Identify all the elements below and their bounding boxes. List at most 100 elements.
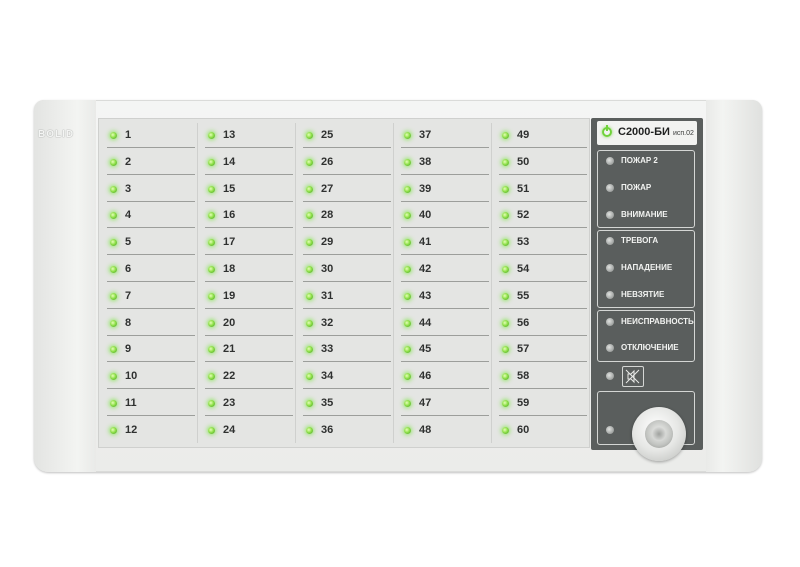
- zone-cell: 60: [495, 418, 589, 444]
- zone-label-line: [205, 281, 293, 282]
- zone-label-line: [107, 227, 195, 229]
- zone-label-line: [303, 227, 391, 229]
- brand-logo: BOLID: [38, 129, 75, 140]
- zone-label-line: [401, 173, 489, 175]
- zone-cell: 22: [201, 364, 295, 390]
- zone-led: [208, 373, 215, 381]
- zone-number: 57: [517, 343, 530, 356]
- zone-led: [404, 239, 411, 247]
- zone-number: 21: [223, 343, 236, 356]
- zone-led: [502, 373, 509, 381]
- zone-led: [404, 185, 411, 193]
- zone-label-line: [205, 147, 293, 148]
- zone-label-line: [401, 200, 489, 202]
- zone-number: 15: [223, 182, 236, 195]
- zone-number: 13: [223, 129, 236, 141]
- model-version: исп.02: [672, 130, 694, 137]
- zone-led: [502, 185, 509, 193]
- zone-label-line: [303, 388, 391, 390]
- zone-label-line: [401, 227, 489, 229]
- zone-number: 8: [125, 316, 132, 329]
- column-divider: [491, 123, 492, 443]
- zone-label-line: [401, 415, 489, 416]
- zone-label-line: [107, 361, 195, 363]
- zone-led: [502, 400, 509, 407]
- zone-led: [502, 292, 509, 300]
- zone-led: [404, 292, 411, 300]
- zone-label-line: [499, 147, 587, 148]
- zone-cell: 34: [299, 364, 393, 390]
- zone-number: 12: [125, 423, 138, 436]
- indicator-label: НЕВЗЯТИЕ: [621, 290, 665, 299]
- zone-cell: 15: [201, 177, 295, 203]
- zone-cell: 54: [495, 257, 589, 283]
- zone-label-line: [401, 307, 489, 309]
- zone-number: 17: [223, 236, 236, 249]
- zone-led: [404, 346, 411, 354]
- zone-label-line: [303, 281, 391, 282]
- zone-cell: 41: [397, 230, 491, 256]
- key-lock-icon[interactable]: [632, 407, 686, 461]
- zone-cell: 38: [397, 150, 491, 176]
- zone-cell: 1: [103, 123, 197, 149]
- zone-cell: 36: [299, 418, 393, 444]
- zone-number: 2: [125, 155, 132, 168]
- zone-number: 5: [125, 236, 132, 249]
- zone-label-line: [205, 254, 293, 256]
- zone-label-line: [499, 334, 587, 336]
- zone-led: [208, 132, 215, 139]
- zone-number: 53: [517, 236, 530, 249]
- zone-label-line: [401, 334, 489, 336]
- zone-column: 49 50 51 52 53 54 55 56 57 58 59 60: [491, 119, 589, 447]
- zone-number: 56: [517, 316, 530, 329]
- zone-cell: 31: [299, 284, 393, 310]
- zone-number: 47: [419, 397, 432, 409]
- zone-led: [306, 400, 313, 407]
- zone-label-line: [107, 388, 195, 390]
- zone-label-line: [401, 281, 489, 282]
- indicator-label: ВНИМАНИЕ: [621, 210, 668, 219]
- zone-led: [306, 185, 313, 193]
- zone-number: 48: [419, 423, 432, 436]
- zone-number: 36: [321, 423, 334, 436]
- zone-number: 40: [419, 209, 432, 222]
- zone-label-line: [107, 147, 195, 148]
- zone-led: [110, 132, 117, 139]
- zone-led: [502, 426, 509, 434]
- zone-led: [502, 319, 509, 327]
- zone-cell: 30: [299, 257, 393, 283]
- zone-led: [502, 158, 509, 166]
- zone-cell: 43: [397, 284, 491, 310]
- zone-label-line: [303, 200, 391, 202]
- zone-cell: 47: [397, 391, 491, 417]
- zone-led: [208, 212, 215, 220]
- indicator-led: [606, 291, 614, 299]
- zone-cell: 44: [397, 311, 491, 337]
- sound-off-button[interactable]: [622, 366, 644, 387]
- zone-number: 43: [419, 289, 432, 302]
- zone-number: 59: [517, 397, 530, 409]
- zone-label-line: [303, 254, 391, 256]
- zone-column: 13 14 15 16 17 18 19 20 21 22 23 24: [197, 119, 295, 447]
- zone-led: [110, 373, 117, 381]
- zone-number: 26: [321, 155, 334, 168]
- zone-number: 9: [125, 343, 132, 356]
- zone-number: 51: [517, 182, 530, 195]
- zone-number: 45: [419, 343, 432, 356]
- zone-number: 30: [321, 263, 334, 275]
- column-divider: [393, 123, 394, 443]
- zone-led: [404, 212, 411, 220]
- zone-cell: 3: [103, 177, 197, 203]
- zone-number: 10: [125, 370, 138, 383]
- zone-number: 16: [223, 209, 236, 222]
- zone-cell: 5: [103, 230, 197, 256]
- zone-led: [110, 346, 117, 354]
- zone-cell: 25: [299, 123, 393, 149]
- zone-cell: 8: [103, 311, 197, 337]
- zone-number: 18: [223, 263, 236, 275]
- zone-number: 25: [321, 129, 334, 141]
- column-divider: [197, 123, 198, 443]
- zone-led: [404, 319, 411, 327]
- indicator-led: [606, 184, 614, 192]
- zone-cell: 2: [103, 150, 197, 176]
